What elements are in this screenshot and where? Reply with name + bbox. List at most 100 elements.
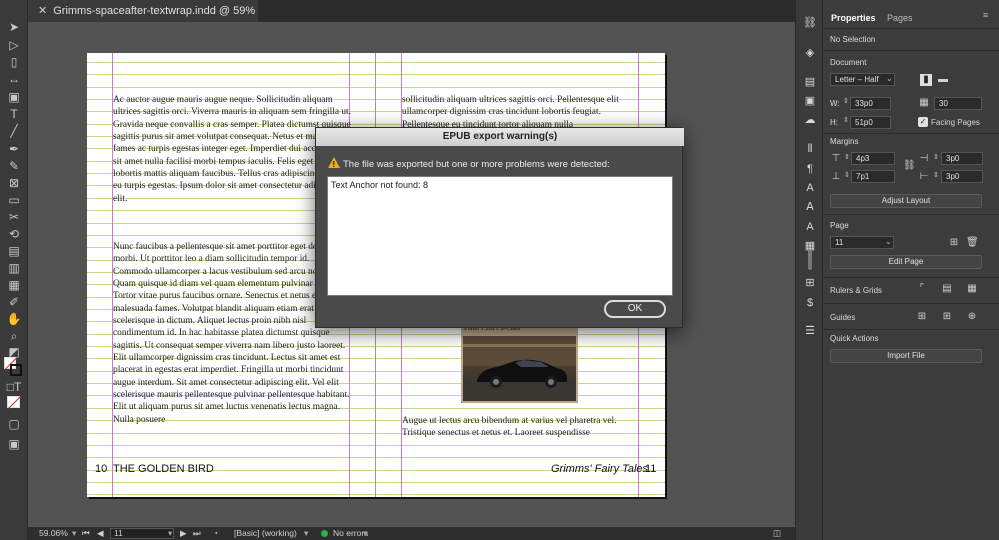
document-grid-icon[interactable]: ▦	[966, 283, 978, 295]
zoom-dropdown-icon[interactable]: ▾	[72, 527, 76, 540]
note-tool-icon[interactable]: ▦	[5, 278, 23, 292]
landscape-orientation-icon[interactable]: ▬	[937, 74, 949, 86]
dialog-details-textarea[interactable]: Text Anchor not found: 8	[327, 176, 673, 296]
screen-mode-icon[interactable]: ▢	[5, 417, 23, 431]
import-file-button[interactable]: Import File	[830, 349, 982, 363]
dollar-icon[interactable]: $	[803, 297, 817, 309]
add-page-icon[interactable]: ⊞	[948, 237, 960, 249]
margin-inside-field[interactable]: 3p0	[941, 152, 983, 165]
edit-page-button[interactable]: Edit Page	[830, 255, 982, 269]
divider	[823, 50, 999, 51]
margin-inside-stepper-icon[interactable]: ⇕	[933, 153, 939, 161]
tab-properties[interactable]: Properties	[831, 13, 876, 23]
last-page-icon[interactable]: ⏭	[193, 527, 201, 540]
formatting-affects-container-icon[interactable]: □T	[5, 380, 23, 394]
pencil-tool-icon[interactable]: ✎	[5, 159, 23, 173]
rectangle-tool-icon[interactable]: ▭	[5, 193, 23, 207]
document-tab[interactable]: ✕Grimms-spaceafter-textwrap.indd @ 59% […	[28, 0, 258, 39]
pen-tool-icon[interactable]: ✒	[5, 142, 23, 156]
height-field[interactable]: 51p0	[850, 116, 891, 129]
character-styles-icon[interactable]: A	[803, 182, 817, 194]
baseline-grid-line	[87, 74, 665, 75]
right-page-paragraph-1[interactable]: sollicitudin aliquam ultrices sagittis o…	[402, 94, 638, 131]
apply-none-icon[interactable]	[7, 396, 21, 409]
previous-page-icon[interactable]: ◀	[97, 527, 104, 540]
ok-button[interactable]: OK	[604, 300, 666, 318]
pages-count-field[interactable]: 30	[934, 97, 982, 110]
table-icon[interactable]: ⊞	[803, 277, 817, 289]
tab-pages[interactable]: Pages	[887, 13, 913, 23]
smart-guides-icon[interactable]: ⊕	[966, 311, 978, 323]
glyphs-icon[interactable]: A	[803, 221, 817, 233]
margin-bottom-field[interactable]: 7p1	[851, 170, 895, 183]
portrait-orientation-icon[interactable]: ▮	[920, 74, 932, 86]
dock-scrollbar[interactable]	[808, 250, 812, 270]
margin-outside-stepper-icon[interactable]: ⇕	[933, 171, 939, 179]
stroke-panel-icon[interactable]: ☰	[803, 325, 817, 337]
errors-dropdown-icon[interactable]: ▾	[363, 527, 367, 540]
guides-title: Guides	[830, 313, 856, 322]
properties-panel: Properties Pages ≡ No Selection Document…	[823, 0, 999, 540]
close-icon[interactable]: ✕	[38, 5, 47, 17]
adjust-layout-button[interactable]: Adjust Layout	[830, 194, 982, 208]
eyedropper-tool-icon[interactable]: ✐	[5, 295, 23, 309]
baseline-grid-line	[87, 62, 665, 63]
character-icon[interactable]: 𝖠	[803, 201, 817, 213]
profile-dropdown-icon[interactable]: ▾	[304, 527, 308, 540]
delete-page-icon[interactable]: 🗑	[966, 237, 979, 249]
preview-mode-icon[interactable]: ▣	[5, 437, 23, 451]
first-page-icon[interactable]: ⏮	[82, 527, 90, 540]
rectangle-frame-tool-icon[interactable]: ⊠	[5, 176, 23, 190]
car-photo[interactable]	[463, 336, 576, 401]
width-field[interactable]: 33p0	[850, 97, 891, 110]
margin-outside-field[interactable]: 3p0	[941, 170, 983, 183]
gradient-feather-icon[interactable]: ▥	[5, 261, 23, 275]
facing-pages-label: Facing Pages	[931, 118, 980, 127]
content-collector-icon[interactable]: ▣	[5, 90, 23, 104]
guides-icon[interactable]: ⊞	[916, 311, 928, 323]
direct-selection-tool-icon[interactable]: ▷	[5, 38, 23, 52]
swatches-icon[interactable]: ▣	[803, 95, 817, 107]
pages-panel-icon[interactable]: ▤	[803, 76, 817, 88]
links-icon[interactable]: ⛓	[803, 17, 817, 29]
page-number-field[interactable]: 11	[110, 528, 174, 539]
type-tool-icon[interactable]: T	[5, 107, 23, 121]
facing-pages-checkbox[interactable]: ✓	[918, 117, 928, 127]
right-page-paragraph-2[interactable]: Augue ut lectus arcu bibendum at varius …	[402, 415, 638, 441]
margin-top-stepper-icon[interactable]: ⇕	[844, 153, 850, 161]
right-running-head: Grimms' Fairy Tales	[551, 463, 649, 475]
paragraph-icon[interactable]: ¶	[803, 163, 817, 175]
margin-bottom-icon: ⊥	[831, 171, 841, 182]
page-tool-icon[interactable]: ▯	[5, 55, 23, 69]
divider	[823, 277, 999, 278]
page-dropdown-icon[interactable]: ▾	[168, 527, 172, 540]
baseline-grid-icon[interactable]: ▤	[941, 283, 953, 295]
free-transform-tool-icon[interactable]: ⟲	[5, 227, 23, 241]
preflight-profile[interactable]: [Basic] (working)	[234, 527, 297, 540]
split-window-icon[interactable]: ◫	[773, 527, 781, 540]
margin-bottom-stepper-icon[interactable]: ⇕	[844, 171, 850, 179]
layers-icon[interactable]: ◈	[803, 47, 817, 59]
next-page-icon[interactable]: ▶	[180, 527, 187, 540]
gradient-tool-icon[interactable]: ▤	[5, 244, 23, 258]
align-icon[interactable]: ⫴	[803, 143, 817, 155]
panel-menu-icon[interactable]: ≡	[983, 10, 988, 20]
gap-tool-icon[interactable]: ↔	[5, 72, 23, 86]
zoom-level[interactable]: 59.06%	[39, 527, 68, 540]
line-tool-icon[interactable]: ╱	[5, 124, 23, 138]
height-stepper-icon[interactable]: ⇕	[843, 116, 849, 124]
rulers-icon[interactable]: ⌜	[916, 283, 928, 295]
lock-guides-icon[interactable]: ⊞	[941, 311, 953, 323]
margin-outside-icon: ⊢	[919, 171, 929, 182]
margins-section-title: Margins	[830, 137, 859, 146]
stroke-swatch-icon[interactable]	[10, 364, 22, 376]
cc-libraries-icon[interactable]: ☁	[803, 114, 817, 126]
tools-panel: ➤ ▷ ▯ ↔ ▣ T ╱ ✒ ✎ ⊠ ▭ ✂ ⟲ ▤ ▥ ▦ ✐ ✋ ⌕ ◩ …	[0, 0, 28, 540]
selection-tool-icon[interactable]: ➤	[5, 20, 23, 34]
zoom-tool-icon[interactable]: ⌕	[5, 329, 23, 343]
width-stepper-icon[interactable]: ⇕	[843, 97, 849, 105]
hand-tool-icon[interactable]: ✋	[5, 312, 23, 326]
margin-top-field[interactable]: 4p3	[851, 152, 895, 165]
scissors-tool-icon[interactable]: ✂	[5, 210, 23, 224]
link-margins-icon[interactable]: ⛓	[903, 160, 916, 172]
